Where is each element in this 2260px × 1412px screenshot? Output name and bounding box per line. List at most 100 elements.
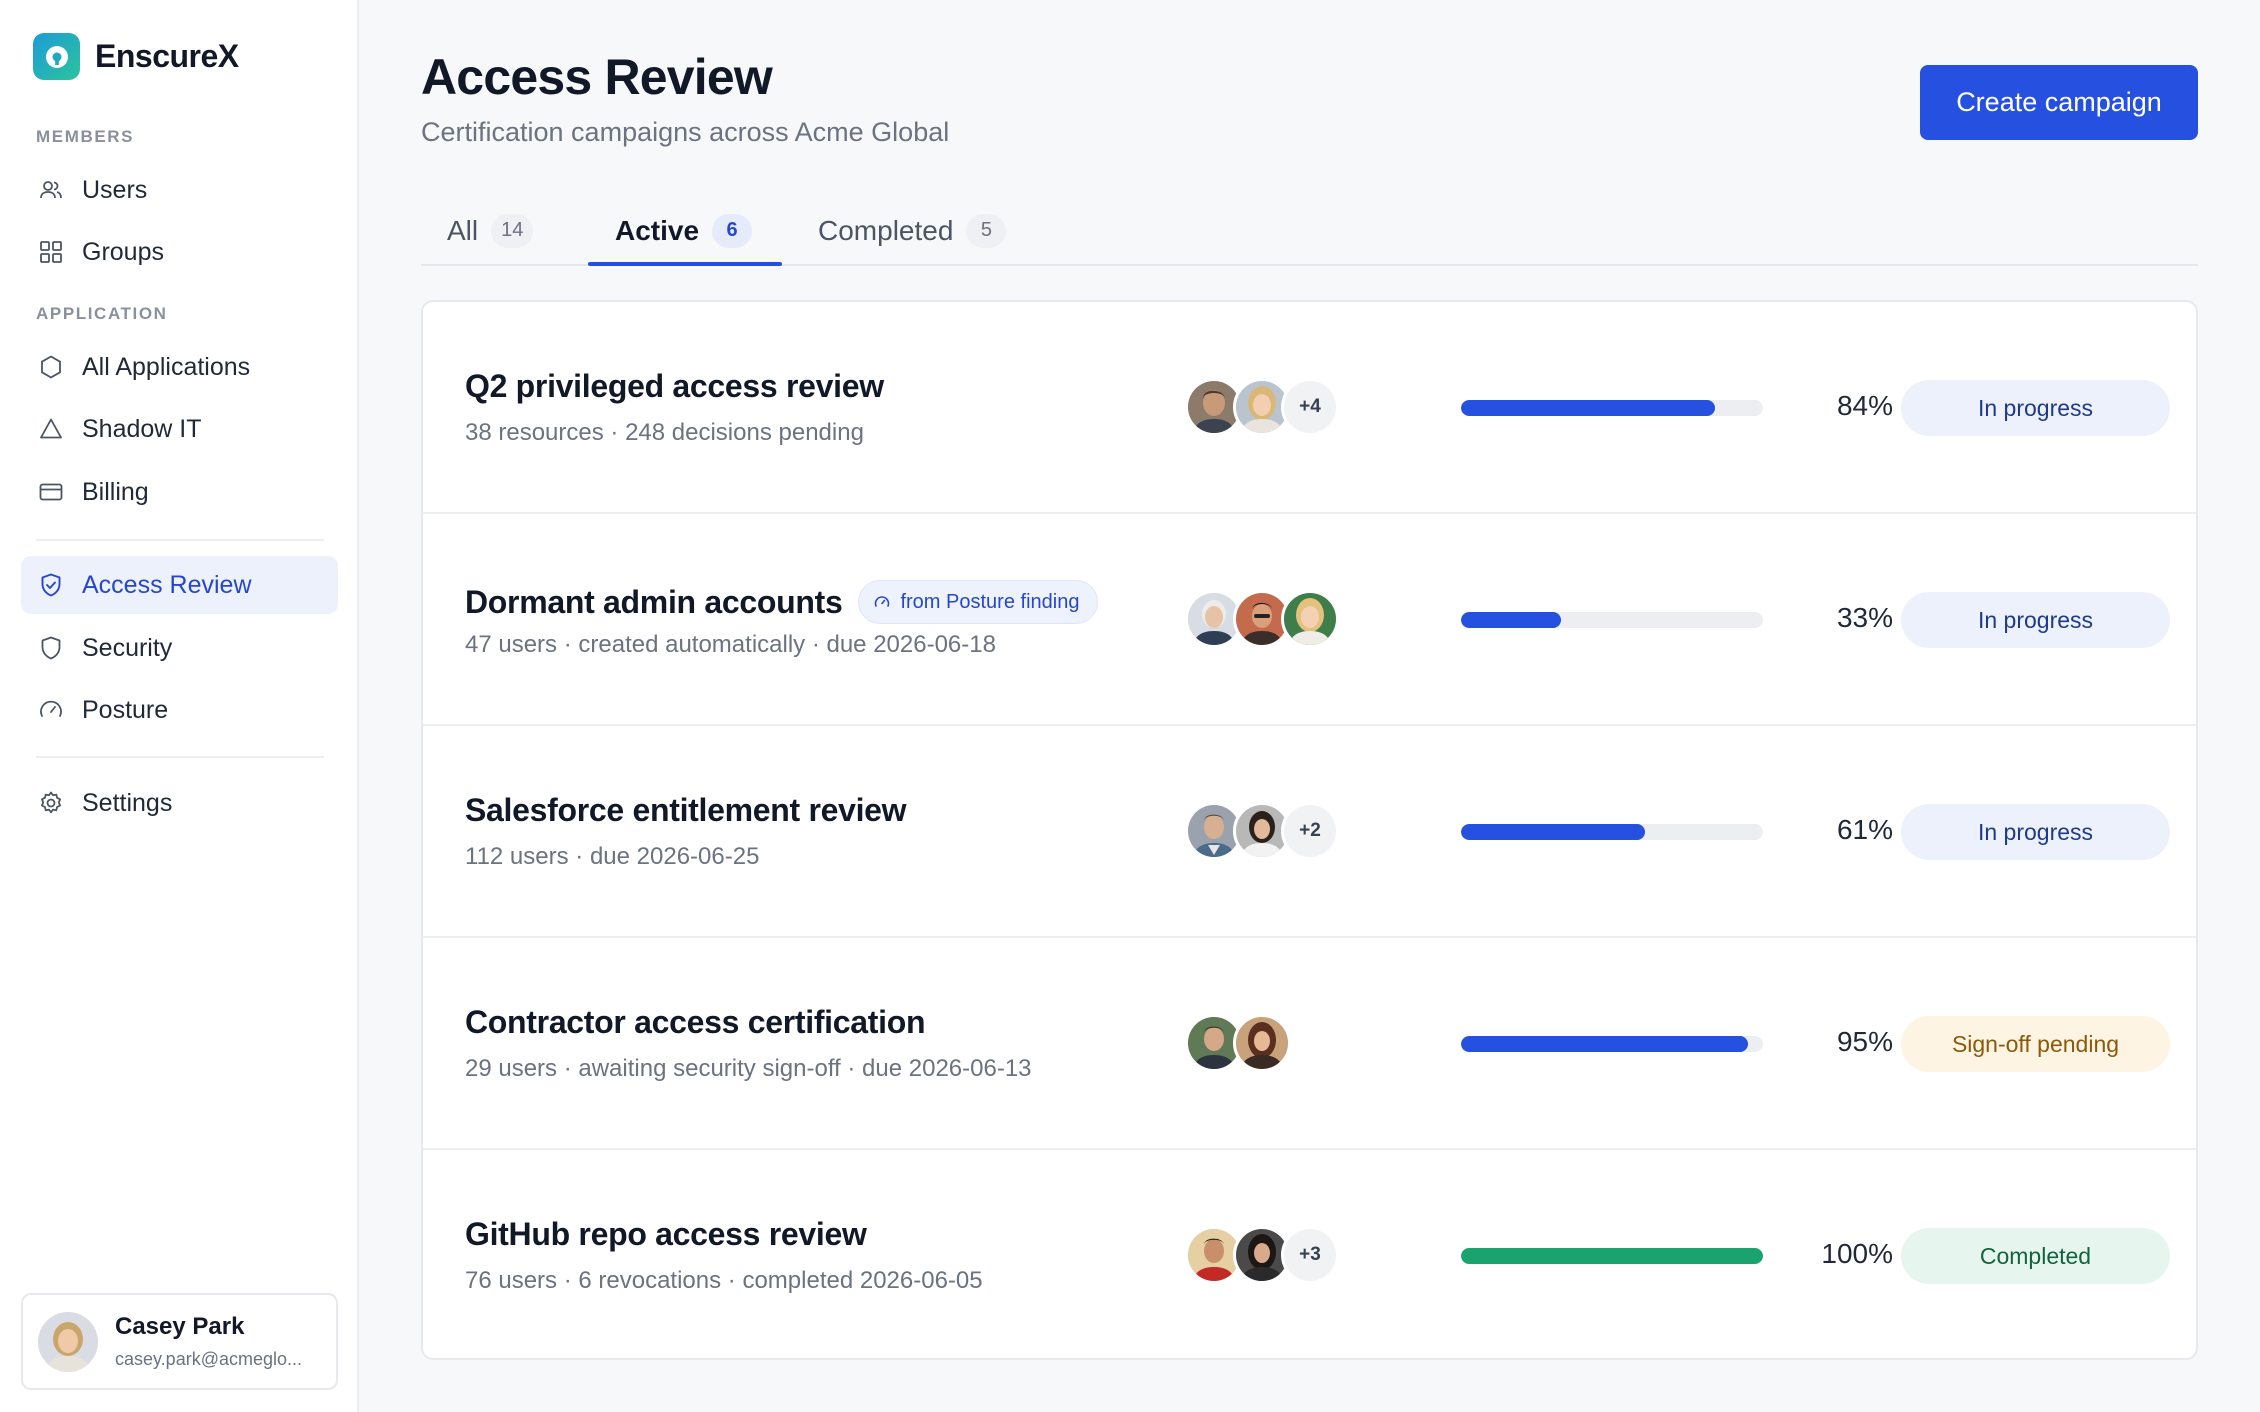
tab-completed[interactable]: Completed 5 bbox=[818, 195, 1007, 266]
sidebar-item-all-applications[interactable]: All Applications bbox=[21, 338, 338, 396]
reviewer-avatars: +3 bbox=[1185, 1226, 1339, 1284]
progress-bar bbox=[1461, 824, 1763, 840]
sidebar-item-label: Billing bbox=[82, 477, 149, 506]
brand[interactable]: EnscureX bbox=[33, 33, 239, 80]
tab-count: 14 bbox=[491, 213, 534, 248]
status-badge: Sign-off pending bbox=[1901, 1016, 2170, 1072]
campaign-title-text: Dormant admin accounts bbox=[465, 583, 843, 620]
sidebar-item-label: Settings bbox=[82, 788, 173, 817]
campaign-row[interactable]: GitHub repo access review 76 users · 6 r… bbox=[423, 1150, 2196, 1358]
status-badge: In progress bbox=[1901, 592, 2170, 648]
sidebar-item-label: Posture bbox=[82, 695, 169, 724]
campaign-subtitle: 112 users · due 2026-06-25 bbox=[465, 843, 760, 870]
sidebar-divider bbox=[36, 756, 324, 758]
sidebar-item-users[interactable]: Users bbox=[21, 161, 338, 219]
progress-fill bbox=[1461, 824, 1646, 840]
campaign-list: Q2 privileged access review 38 resources… bbox=[421, 300, 2198, 1360]
progress-bar bbox=[1461, 612, 1763, 628]
hexagon-icon bbox=[36, 353, 65, 382]
campaign-row[interactable]: Salesforce entitlement review 112 users … bbox=[423, 726, 2196, 938]
progress-fill bbox=[1461, 1248, 1763, 1264]
campaign-row[interactable]: Contractor access certification 29 users… bbox=[423, 938, 2196, 1150]
sidebar-item-shadow-it[interactable]: Shadow IT bbox=[21, 400, 338, 458]
page-subtitle: Certification campaigns across Acme Glob… bbox=[421, 117, 950, 147]
shield-check-icon bbox=[36, 571, 65, 600]
campaign-title[interactable]: Salesforce entitlement review bbox=[465, 792, 907, 829]
shield-icon bbox=[36, 634, 65, 663]
progress-bar bbox=[1461, 1036, 1763, 1052]
tab-count: 5 bbox=[966, 213, 1007, 248]
triangle-icon bbox=[36, 415, 65, 444]
reviewer-avatars: +4 bbox=[1185, 378, 1339, 436]
user-profile-card[interactable]: Casey Park casey.park@acmeglo... bbox=[21, 1293, 338, 1390]
more-avatars-count: +3 bbox=[1281, 1226, 1339, 1284]
progress-percent: 95% bbox=[1836, 1026, 1893, 1057]
tag-label: from Posture finding bbox=[900, 590, 1080, 613]
sidebar-item-label: Security bbox=[82, 633, 173, 662]
app-name: EnscureX bbox=[95, 38, 239, 74]
reviewer-avatars: +2 bbox=[1185, 802, 1339, 860]
sidebar-item-security[interactable]: Security bbox=[21, 619, 338, 677]
campaign-title[interactable]: Dormant admin accounts from Posture find… bbox=[465, 580, 1099, 624]
campaign-subtitle: 76 users · 6 revocations · completed 202… bbox=[465, 1267, 983, 1294]
campaign-title[interactable]: GitHub repo access review bbox=[465, 1216, 867, 1253]
user-email: casey.park@acmeglo... bbox=[115, 1349, 303, 1369]
sidebar-item-label: Shadow IT bbox=[82, 414, 202, 443]
tab-all[interactable]: All 14 bbox=[447, 195, 534, 266]
campaign-title-text: Contractor access certification bbox=[465, 1004, 926, 1040]
campaign-row[interactable]: Dormant admin accounts from Posture find… bbox=[423, 514, 2196, 726]
progress-bar bbox=[1461, 400, 1763, 416]
campaign-title[interactable]: Q2 privileged access review bbox=[465, 368, 884, 405]
sidebar-item-posture[interactable]: Posture bbox=[21, 681, 338, 739]
sidebar-item-label: Users bbox=[82, 175, 148, 204]
sidebar-item-settings[interactable]: Settings bbox=[21, 774, 338, 832]
sidebar-item-label: Groups bbox=[82, 237, 164, 266]
sidebar-item-label: Access Review bbox=[82, 570, 252, 599]
status-badge: Completed bbox=[1901, 1228, 2170, 1284]
gear-icon bbox=[36, 789, 65, 818]
campaign-row[interactable]: Q2 privileged access review 38 resources… bbox=[423, 302, 2196, 514]
tab-bar: All 14 Active 6 Completed 5 bbox=[421, 195, 2198, 266]
more-avatars-count: +4 bbox=[1281, 378, 1339, 436]
tab-count: 6 bbox=[712, 213, 753, 248]
tab-active[interactable]: Active 6 bbox=[615, 195, 753, 266]
gauge-icon bbox=[873, 593, 891, 611]
sidebar-item-access-review[interactable]: Access Review bbox=[21, 556, 338, 614]
section-label-application: APPLICATION bbox=[36, 304, 168, 323]
sidebar-item-groups[interactable]: Groups bbox=[21, 223, 338, 281]
progress-percent: 100% bbox=[1821, 1238, 1893, 1269]
more-avatars-count: +2 bbox=[1281, 802, 1339, 860]
sidebar-item-label: All Applications bbox=[82, 352, 251, 381]
logo-icon bbox=[33, 33, 80, 80]
tab-label: Active bbox=[615, 214, 700, 246]
users-icon bbox=[36, 176, 65, 205]
avatar bbox=[1233, 1014, 1291, 1072]
posture-finding-tag[interactable]: from Posture finding bbox=[858, 580, 1099, 624]
campaign-subtitle: 38 resources · 248 decisions pending bbox=[465, 419, 864, 446]
campaign-subtitle: 29 users · awaiting security sign-off · … bbox=[465, 1055, 1032, 1082]
campaign-title[interactable]: Contractor access certification bbox=[465, 1004, 926, 1041]
progress-fill bbox=[1461, 400, 1715, 416]
avatar bbox=[1281, 590, 1339, 648]
progress-percent: 33% bbox=[1836, 602, 1893, 633]
page-title: Access Review bbox=[421, 49, 773, 105]
reviewer-avatars bbox=[1185, 1014, 1291, 1072]
progress-fill bbox=[1461, 612, 1561, 628]
credit-card-icon bbox=[36, 478, 65, 507]
gauge-icon bbox=[36, 696, 65, 725]
tab-label: Completed bbox=[818, 214, 954, 246]
grid-icon bbox=[36, 238, 65, 267]
progress-bar bbox=[1461, 1248, 1763, 1264]
avatar bbox=[38, 1311, 98, 1372]
sidebar: EnscureX MEMBERS Users Groups APPLICATIO… bbox=[0, 0, 359, 1412]
user-name: Casey Park bbox=[115, 1313, 245, 1340]
active-tab-indicator bbox=[588, 262, 782, 266]
status-badge: In progress bbox=[1901, 804, 2170, 860]
reviewer-avatars bbox=[1185, 590, 1339, 648]
create-campaign-button[interactable]: Create campaign bbox=[1920, 65, 2198, 140]
progress-fill bbox=[1461, 1036, 1748, 1052]
tab-label: All bbox=[447, 214, 479, 246]
sidebar-item-billing[interactable]: Billing bbox=[21, 463, 338, 521]
campaign-title-text: GitHub repo access review bbox=[465, 1216, 867, 1252]
section-label-members: MEMBERS bbox=[36, 127, 135, 146]
